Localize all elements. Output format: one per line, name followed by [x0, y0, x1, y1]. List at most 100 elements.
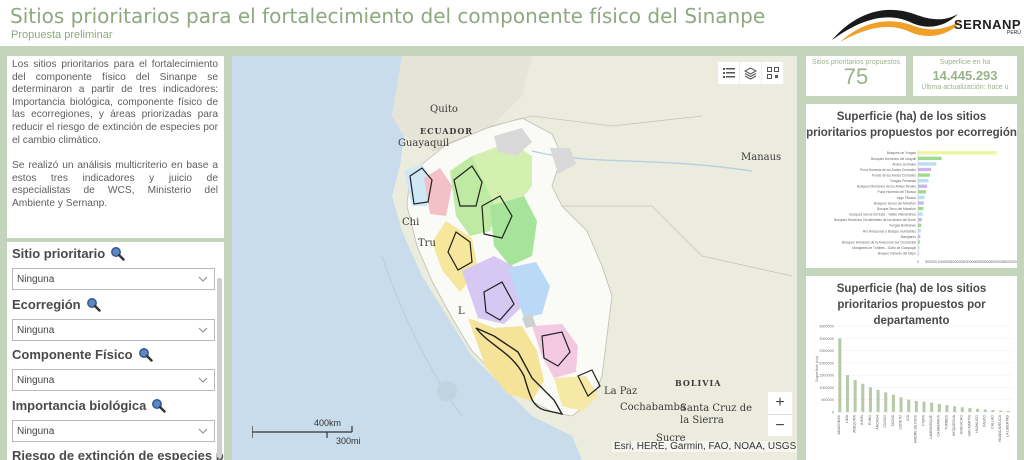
importancia-select[interactable]: Ninguna	[12, 420, 215, 442]
ecoregion-bar[interactable]	[918, 173, 930, 177]
ecoregion-bar[interactable]	[918, 167, 932, 172]
panel-scrollbar[interactable]	[217, 278, 222, 458]
ecoregion-bar[interactable]	[918, 156, 942, 161]
map-label-manaus: Manaus	[741, 152, 782, 163]
department-bar[interactable]	[914, 400, 918, 412]
department-category-label: CALLAO	[990, 415, 994, 429]
department-bar[interactable]	[853, 380, 857, 412]
ecoregion-bar[interactable]	[918, 190, 926, 194]
map-label-santacruz: Santa Cruz de la Sierra	[680, 403, 753, 426]
intro-text: Los sitios prioritarios para el fortalec…	[7, 56, 224, 211]
ecoregion-bar[interactable]	[918, 240, 920, 244]
department-category-label: HUÁNUCO	[975, 415, 979, 433]
department-bar[interactable]	[876, 389, 880, 412]
ecoregion-category-label: Manglares de Tumbes - Golfo de Guayaquil	[852, 246, 916, 250]
ecoregion-category-label: Manglares	[901, 235, 917, 239]
search-icon[interactable]	[138, 347, 153, 362]
department-category-label: TUMBES	[944, 414, 948, 429]
department-bar[interactable]	[976, 408, 980, 412]
department-bar[interactable]	[861, 383, 865, 412]
search-icon[interactable]	[110, 246, 125, 261]
filter-label-importancia: Importancia biológica	[12, 398, 167, 413]
area-total-label: Superficie en ha	[939, 59, 991, 66]
legend-list-button[interactable]	[718, 62, 740, 84]
componente-select[interactable]: Ninguna	[12, 369, 215, 391]
department-bar[interactable]	[838, 338, 842, 412]
department-category-label: AMAZONAS	[837, 414, 841, 434]
map-attribution: Esri, HERE, Garmin, FAO, NOAA, USGS	[612, 441, 797, 452]
department-axis-label: Superficie (ha)	[814, 355, 819, 382]
ecoregion-category-label: Bosques de Yungas	[887, 151, 917, 155]
search-icon[interactable]	[86, 297, 101, 312]
map-label-lapaz: La Paz	[604, 386, 638, 397]
department-bar[interactable]	[983, 409, 987, 412]
map-view[interactable]: Quito ECUADOR Guayaquil Manaus Chi Tru L…	[232, 56, 797, 460]
map-toolbar	[718, 62, 784, 84]
ecoregion-bar[interactable]	[918, 223, 922, 227]
department-category-label: SAN MARTÍN	[967, 415, 971, 437]
department-bar[interactable]	[907, 399, 911, 412]
ecoregion-bar[interactable]	[918, 218, 922, 222]
zoom-control: + −	[768, 392, 792, 436]
ecoregion-bar[interactable]	[918, 179, 929, 183]
department-tick-label: 3500000	[819, 325, 834, 329]
department-category-label: AYACUCHO	[960, 415, 964, 435]
department-category-label: LA LIBERTAD	[1006, 415, 1010, 437]
ecoregion-tick-label: 1000000	[937, 260, 951, 264]
ecoregion-bar[interactable]	[918, 195, 925, 200]
ecoregion-category-label: Bosques Montanos de los Andes Reales	[857, 185, 917, 189]
filter-label-componente: Componente Físico	[12, 347, 153, 362]
ecoregion-bar[interactable]	[918, 234, 921, 239]
department-bar[interactable]	[868, 387, 872, 412]
scale-km-label: 400km	[314, 418, 342, 428]
department-bar[interactable]	[937, 403, 941, 412]
department-bar[interactable]	[968, 408, 972, 412]
department-category-label: LAMBAYEQUE	[929, 414, 933, 439]
qr-code-button[interactable]	[762, 62, 784, 84]
area-total-card: Superficie en ha 14.445.293 Última actua…	[913, 56, 1017, 96]
department-bar[interactable]	[1006, 411, 1010, 412]
department-category-label: LORETO	[898, 415, 902, 430]
ecoregion-category-label: Yungas Peruanas	[890, 179, 916, 183]
sitio-select[interactable]: Ninguna	[12, 268, 215, 290]
ecoregion-bar[interactable]	[918, 151, 997, 155]
department-bar[interactable]	[960, 407, 964, 412]
zoom-in-button[interactable]: +	[768, 392, 792, 414]
filter-label-ecorregion: Ecorregión	[12, 297, 101, 312]
ecoregion-tick-label: 3500000	[1003, 260, 1017, 264]
ecoregion-bar[interactable]	[918, 206, 924, 211]
ecoregion-bar[interactable]	[918, 201, 924, 205]
department-bar[interactable]	[930, 402, 934, 412]
zoom-out-button[interactable]: −	[768, 414, 792, 436]
ecoregion-bar[interactable]	[918, 212, 923, 216]
ecoregion-bar[interactable]	[918, 184, 928, 188]
qr-icon	[766, 67, 779, 79]
ecoregion-bar[interactable]	[918, 229, 921, 233]
department-bar[interactable]	[953, 406, 957, 412]
layers-button[interactable]	[740, 62, 762, 84]
ecoregion-category-label: Bosques Secos del Marañón	[874, 201, 916, 205]
department-bar[interactable]	[998, 410, 1003, 412]
department-category-label: HUANCAVELICA	[998, 414, 1002, 442]
ecoregion-category-label: Bosques Húmedos de la Amazonía Sur Occid…	[842, 240, 916, 244]
department-bar[interactable]	[845, 375, 850, 412]
ecoregion-tick-label: 2000000	[964, 260, 978, 264]
department-bar[interactable]	[922, 401, 926, 412]
department-tick-label: 2000000	[819, 361, 834, 365]
search-icon[interactable]	[151, 398, 167, 413]
department-category-label: PIURA	[921, 414, 925, 425]
map-label-cochabamba: Cochabamba	[620, 402, 686, 413]
map-label-chiclayo: Chi	[402, 217, 420, 228]
ecoregion-bar[interactable]	[918, 162, 937, 166]
department-bar[interactable]	[945, 405, 949, 412]
department-bar[interactable]	[991, 410, 995, 412]
ecorregion-select[interactable]: Ninguna	[12, 319, 215, 341]
ecoregion-category-label: Lago Titicaca	[897, 196, 917, 200]
department-bar[interactable]	[899, 397, 903, 412]
scale-bar: 400km 300mi	[251, 418, 362, 446]
sites-count-card: Sitios prioritarios propuestos 75	[806, 56, 906, 96]
filter-panel: Los sitios prioritarios para el fortalec…	[7, 56, 224, 460]
ecoregion-chart-card: Superficie (ha) de los sitios prioritari…	[806, 104, 1017, 268]
department-bar[interactable]	[891, 394, 895, 412]
department-bar[interactable]	[884, 392, 888, 412]
